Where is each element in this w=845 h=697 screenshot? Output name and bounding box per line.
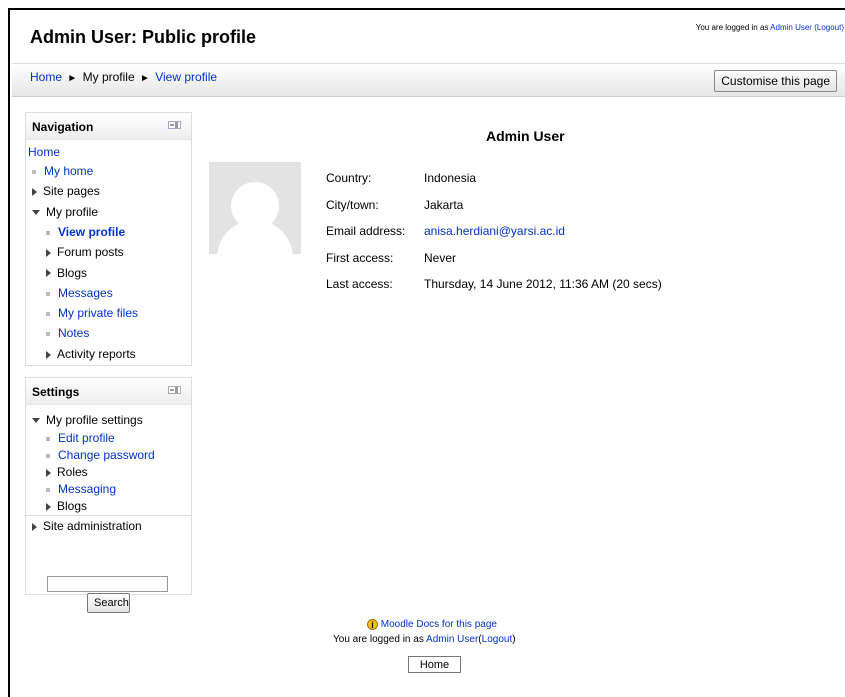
settings-block: Settings My profile settings Edit profile… — [25, 377, 192, 613]
settings-item-label: Roles — [57, 465, 88, 479]
bullet-icon — [46, 332, 50, 337]
navigation-block-header: Navigation — [26, 113, 191, 140]
admin-search-input[interactable] — [47, 576, 168, 592]
settings-item-label: Site administration — [43, 519, 142, 533]
nav-item[interactable]: My profile — [32, 204, 98, 220]
bullet-icon — [46, 487, 50, 492]
nav-item[interactable]: Blogs — [46, 265, 87, 281]
settings-item-label[interactable]: Change password — [58, 448, 155, 462]
arrow-down-icon — [32, 209, 40, 215]
breadcrumb-separator: ► — [139, 73, 150, 84]
home-button[interactable]: Home — [408, 656, 461, 673]
bullet-icon — [46, 453, 50, 458]
arrow-right-icon — [32, 188, 37, 197]
arrow-right-icon — [46, 502, 51, 511]
profile-field-label: Country: — [326, 171, 372, 185]
arrow-right-icon — [46, 249, 51, 258]
breadcrumb-separator: ► — [67, 73, 78, 84]
dock-icon[interactable] — [168, 386, 181, 394]
navigation-block: Navigation Home My home Site pages My prof… — [25, 112, 192, 366]
nav-item[interactable]: Activity reports — [46, 346, 136, 362]
bullet-icon — [46, 436, 50, 441]
profile-field-label: First access: — [326, 250, 394, 265]
settings-item-label: Blogs — [57, 499, 88, 513]
logout-link[interactable]: (Logout) — [814, 23, 844, 32]
settings-item[interactable]: My profile settings — [32, 412, 143, 428]
settings-item[interactable]: Roles — [46, 464, 88, 480]
login-info-top: You are logged in as Admin User (Logout) — [696, 23, 844, 32]
nav-item[interactable]: Notes — [46, 325, 89, 341]
profile-field-value: Jakarta — [424, 197, 464, 212]
arrow-right-icon — [46, 468, 51, 477]
navbar: Home ► My profile ► View profile Customi… — [12, 63, 845, 97]
nav-item-label: Site pages — [43, 184, 100, 199]
help-icon: i — [367, 619, 378, 630]
profile-field-label: City/town: — [326, 197, 379, 212]
nav-item-label[interactable]: My home — [44, 164, 93, 178]
arrow-right-icon — [32, 522, 37, 531]
breadcrumb: Home ► My profile ► View profile — [30, 70, 217, 84]
avatar-body — [217, 220, 293, 254]
search-button[interactable]: Search — [87, 593, 130, 613]
nav-item-label[interactable]: View profile — [58, 225, 125, 239]
settings-item[interactable]: Messaging — [46, 481, 116, 497]
nav-item-label: My profile — [46, 204, 99, 219]
breadcrumb-view-profile[interactable]: View profile — [155, 70, 217, 84]
profile-field-value: Never — [424, 250, 457, 265]
footer-login-prefix: You are logged in as — [333, 634, 427, 645]
settings-item[interactable]: Blogs — [46, 498, 87, 514]
nav-item[interactable]: Forum posts — [46, 244, 124, 260]
login-prefix: You are logged in as — [695, 23, 771, 32]
footer-user-link[interactable]: Admin User — [426, 634, 478, 645]
nav-item[interactable]: Messages — [46, 285, 113, 301]
settings-divider — [26, 515, 191, 516]
breadcrumb-home[interactable]: Home — [30, 70, 62, 84]
profile-field-label: Email address: — [326, 224, 406, 238]
settings-item[interactable]: Edit profile — [46, 430, 115, 446]
footer-logout-close: ) — [512, 634, 516, 645]
bullet-icon — [46, 311, 50, 316]
settings-item[interactable]: Change password — [46, 447, 155, 463]
arrow-right-icon — [46, 269, 51, 278]
dock-icon[interactable] — [168, 121, 181, 129]
arrow-down-icon — [32, 418, 40, 424]
nav-item[interactable]: View profile — [46, 224, 125, 240]
footer-logout-link[interactable]: Logout — [482, 634, 513, 645]
settings-block-title: Settings — [32, 385, 80, 399]
bullet-icon — [46, 291, 50, 296]
nav-item-label: Activity reports — [57, 346, 136, 361]
user-link[interactable]: Admin User — [770, 23, 812, 32]
settings-item-label[interactable]: Messaging — [58, 482, 116, 496]
nav-item-label[interactable]: My private files — [58, 306, 138, 320]
navigation-block-title: Navigation — [32, 120, 94, 134]
nav-item[interactable]: Site pages — [32, 183, 100, 199]
bullet-icon — [32, 169, 36, 174]
nav-item-label[interactable]: Messages — [58, 286, 113, 300]
nav-item-label[interactable]: Notes — [58, 326, 89, 340]
settings-item-label[interactable]: Edit profile — [58, 431, 115, 445]
nav-item[interactable]: My private files — [46, 305, 138, 321]
breadcrumb-my-profile: My profile — [82, 70, 135, 84]
moodle-docs-link[interactable]: Moodle Docs for this page — [381, 619, 497, 630]
nav-item-label: Blogs — [57, 265, 88, 280]
nav-item-label: Forum posts — [57, 245, 124, 260]
settings-item-label: My profile settings — [46, 413, 143, 427]
nav-item[interactable]: My home — [32, 163, 93, 179]
settings-block-header: Settings — [26, 378, 191, 405]
page-title: Admin User: Public profile — [30, 27, 257, 47]
settings-item[interactable]: Site administration — [32, 518, 142, 534]
bullet-icon — [46, 230, 50, 235]
profile-field-value: Indonesia — [424, 171, 477, 185]
profile-name: Admin User — [486, 128, 565, 144]
customise-page-button[interactable]: Customise this page — [714, 70, 837, 92]
nav-home-link[interactable]: Home — [28, 144, 60, 160]
avatar — [209, 162, 301, 254]
email-link[interactable]: anisa.herdiani@yarsi.ac.id — [424, 224, 565, 238]
profile-field-value: Thursday, 14 June 2012, 11:36 AM (20 sec… — [424, 277, 662, 291]
arrow-right-icon — [46, 350, 51, 359]
footer-login-info: You are logged in as Admin User(Logout) — [333, 634, 516, 645]
profile-field-label: Last access: — [326, 277, 393, 291]
footer-docs: i Moodle Docs for this page — [367, 619, 497, 630]
